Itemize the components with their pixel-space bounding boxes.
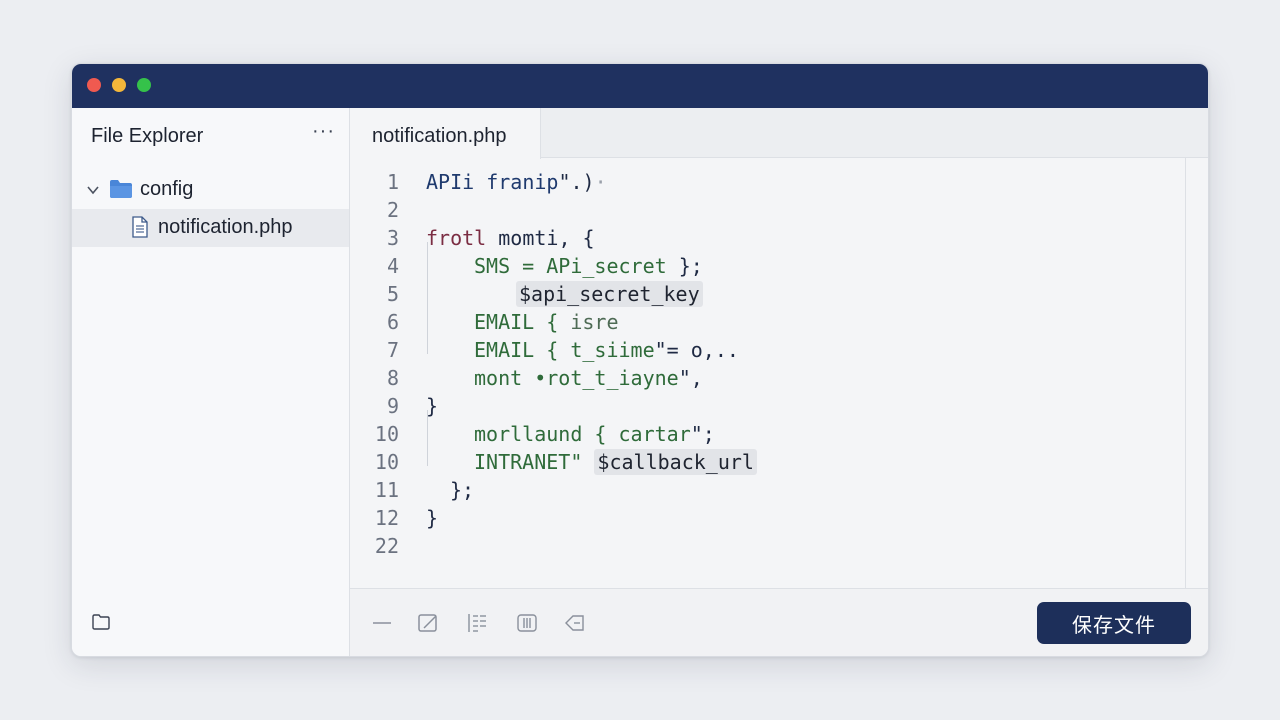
line-number: 22 xyxy=(374,534,399,558)
minimize-window-button[interactable] xyxy=(112,78,126,92)
code-token: APIi xyxy=(426,170,487,194)
tree-folder-config[interactable]: config xyxy=(72,171,349,209)
minus-icon[interactable] xyxy=(371,612,393,634)
maximize-window-button[interactable] xyxy=(137,78,151,92)
file-icon xyxy=(132,216,148,238)
title-bar xyxy=(72,64,1208,108)
code-token: mont xyxy=(474,366,535,390)
code-line: 7 EMAIL { t_siime"= o,.. xyxy=(350,336,1185,364)
code-token: "= o,.. xyxy=(654,338,739,362)
code-line: 4 SMS = APi_secret }; xyxy=(350,252,1185,280)
code-line: 6 EMAIL { isre xyxy=(350,308,1185,336)
code-text: SMS = APi_secret }; xyxy=(474,254,703,278)
code-token: }; xyxy=(666,254,703,278)
tree-file-notification[interactable]: notification.php xyxy=(72,209,349,247)
code-token: EMAIL { xyxy=(474,310,571,334)
close-window-button[interactable] xyxy=(87,78,101,92)
code-text: } xyxy=(426,506,439,530)
highlighted-variable: $callback_url xyxy=(594,449,757,475)
highlighted-variable: $api_secret_key xyxy=(516,281,703,307)
line-number: 11 xyxy=(374,478,399,502)
code-line: 3 frotl momti, { xyxy=(350,224,1185,252)
code-token: franip xyxy=(486,170,559,194)
code-token: ".) xyxy=(558,170,595,194)
code-token: isre xyxy=(570,310,619,334)
code-token: frotl xyxy=(426,226,487,250)
folder-icon xyxy=(110,180,132,198)
code-text: morllaund { cartar"; xyxy=(474,422,715,446)
code-editor: notification.php 1 APIi franip".)· 2 3 f… xyxy=(350,108,1208,656)
chevron-down-icon[interactable] xyxy=(86,183,100,197)
code-token: cartar xyxy=(618,422,691,446)
code-token: EMAIL { xyxy=(474,338,571,362)
line-number: 2 xyxy=(386,198,399,222)
line-number: 4 xyxy=(386,254,399,278)
code-text: EMAIL { t_siime"= o,.. xyxy=(474,338,739,362)
code-line: 22 xyxy=(350,532,1185,560)
tag-icon[interactable] xyxy=(564,612,586,634)
file-label: notification.php xyxy=(158,216,293,238)
line-number: 7 xyxy=(386,338,399,362)
folder-outline-icon[interactable] xyxy=(92,614,110,630)
line-number: 3 xyxy=(386,226,399,250)
line-number: 12 xyxy=(374,506,399,530)
line-number: 1 xyxy=(386,170,399,194)
code-token: · xyxy=(594,170,607,194)
line-number: 5 xyxy=(386,282,399,306)
edit-icon[interactable] xyxy=(417,612,439,634)
file-explorer-sidebar: File Explorer ··· config notification.ph… xyxy=(72,108,350,656)
code-text: EMAIL { isre xyxy=(474,310,619,334)
code-line: 10 INTRANET" $callback_url xyxy=(350,448,1185,476)
tab-notification-php[interactable]: notification.php xyxy=(350,108,541,159)
code-token: INTRANET" xyxy=(474,450,595,474)
code-line: 2 xyxy=(350,196,1185,224)
save-file-button[interactable]: 保存文件 xyxy=(1037,602,1191,644)
code-text: $api_secret_key xyxy=(516,281,703,307)
line-number: 10 xyxy=(374,450,399,474)
list-icon[interactable] xyxy=(466,612,488,634)
code-text: APIi franip".)· xyxy=(426,170,607,194)
code-text: }; xyxy=(450,478,475,502)
code-token: morllaund { xyxy=(474,422,619,446)
code-line: 12 } xyxy=(350,504,1185,532)
code-text: mont •rot_t_iayne", xyxy=(474,366,703,390)
line-number: 9 xyxy=(386,394,399,418)
tab-label: notification.php xyxy=(372,125,507,147)
code-line: 5 $api_secret_key xyxy=(350,280,1185,308)
editor-window: File Explorer ··· config notification.ph… xyxy=(71,63,1209,657)
vertical-scrollbar[interactable] xyxy=(1185,158,1186,588)
tab-bar: notification.php xyxy=(350,108,1208,159)
code-token: •rot_t_iayne xyxy=(534,366,679,390)
line-number: 8 xyxy=(386,366,399,390)
code-line: 9 } xyxy=(350,392,1185,420)
code-line: 11 }; xyxy=(350,476,1185,504)
more-options-button[interactable]: ··· xyxy=(312,120,335,143)
line-number: 6 xyxy=(386,310,399,334)
line-number: 10 xyxy=(374,422,399,446)
code-area[interactable]: 1 APIi franip".)· 2 3 frotl momti, { 4 S… xyxy=(350,158,1185,588)
code-token: APi_secret xyxy=(546,254,667,278)
code-token: momti, { xyxy=(486,226,595,250)
code-token: SMS = xyxy=(474,254,547,278)
code-text: } xyxy=(426,394,439,418)
code-line: 1 APIi franip".)· xyxy=(350,168,1185,196)
sidebar-title: File Explorer xyxy=(91,125,204,147)
folder-label: config xyxy=(140,178,194,200)
code-line: 8 mont •rot_t_iayne", xyxy=(350,364,1185,392)
code-line: 10 morllaund { cartar"; xyxy=(350,420,1185,448)
code-text: INTRANET" $callback_url xyxy=(474,449,757,475)
columns-icon[interactable] xyxy=(516,612,538,634)
code-text: frotl momti, { xyxy=(426,226,595,250)
code-token: ", xyxy=(678,366,703,390)
code-token: t_siime xyxy=(570,338,655,362)
code-token: "; xyxy=(690,422,715,446)
editor-toolbar: 保存文件 xyxy=(350,588,1208,656)
